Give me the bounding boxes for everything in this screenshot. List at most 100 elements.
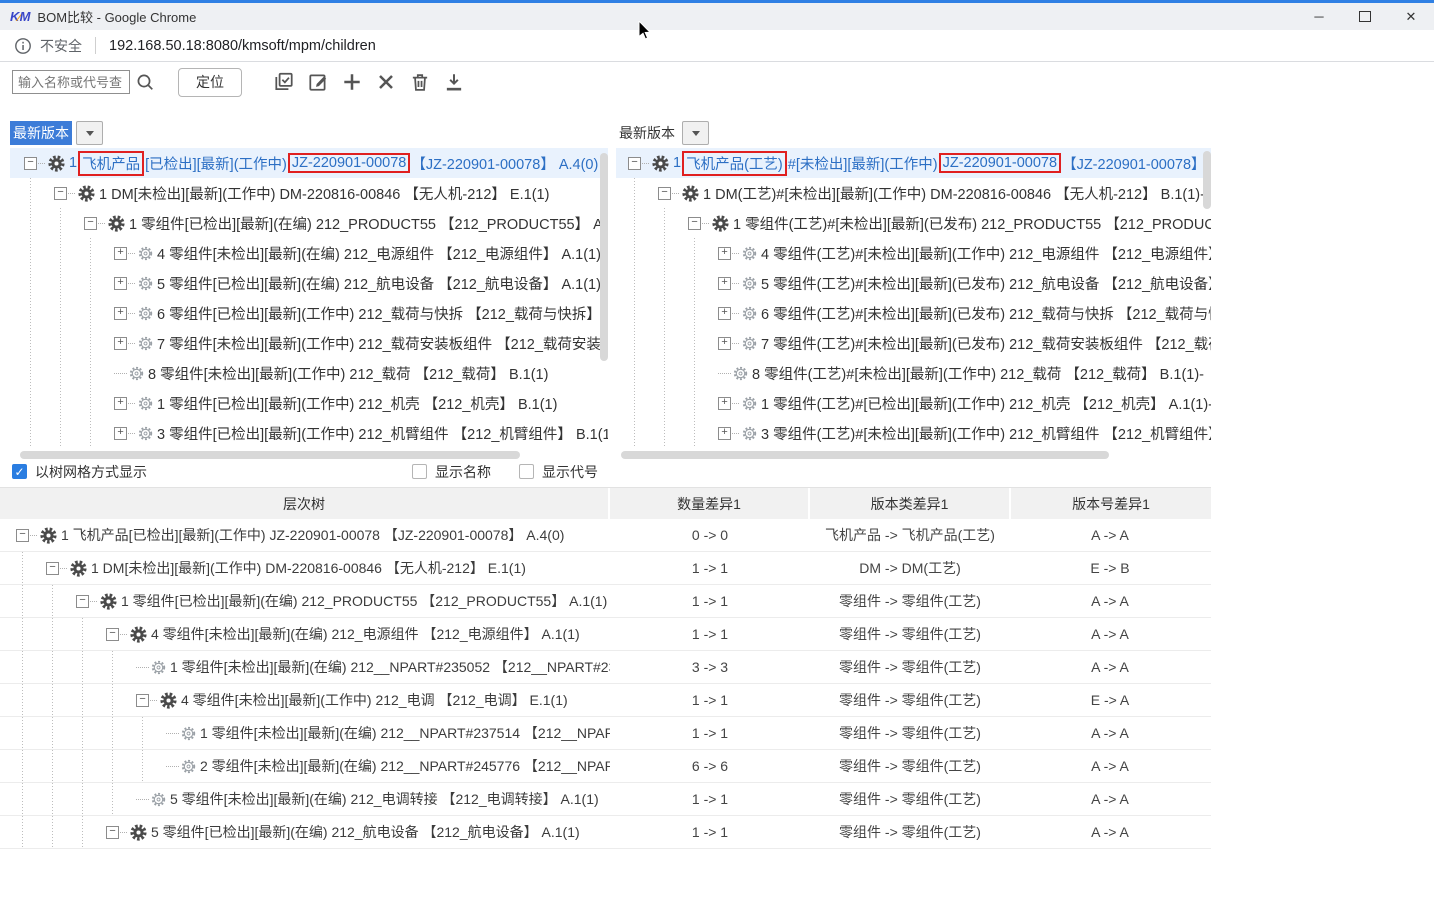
vertical-scrollbar-thumb[interactable] (1203, 151, 1211, 209)
type-diff-cell: 零组件 -> 零组件(工艺) (810, 591, 1010, 611)
gear-filled-icon (160, 692, 177, 709)
edit-pencil-icon (307, 71, 329, 93)
collapse-icon[interactable]: − (658, 187, 671, 200)
tree-row[interactable]: +5 零组件(工艺)#[未检出][最新](已发布) 212_航电设备 【212_… (616, 268, 1211, 298)
collapse-icon[interactable]: − (106, 826, 119, 839)
table-row[interactable]: −5 零组件[已检出][最新](在编) 212_航电设备 【212_航电设备】 … (0, 816, 1211, 849)
window-title-bar: K∕M BOM比较 - Google Chrome ─ ✕ (0, 0, 1434, 30)
tree-row[interactable]: +4 零组件(工艺)#[未检出][最新](工作中) 212_电源组件 【212_… (616, 238, 1211, 268)
tree-row[interactable]: −1 飞机产品[已检出][最新](工作中)JZ-220901-00078【JZ-… (10, 148, 608, 178)
copy-button[interactable] (272, 70, 296, 94)
export-button[interactable] (442, 70, 466, 94)
search-input[interactable] (12, 70, 130, 94)
show-name-checkbox[interactable] (412, 464, 427, 479)
collapse-icon[interactable]: − (54, 187, 67, 200)
expand-icon[interactable]: + (114, 397, 127, 410)
expand-icon[interactable]: + (114, 427, 127, 440)
expand-icon[interactable]: + (114, 337, 127, 350)
tree-cell: −1 飞机产品[已检出][最新](工作中) JZ-220901-00078 【J… (0, 519, 610, 551)
expand-icon[interactable]: + (718, 397, 731, 410)
tree-row-label: 7 零组件[未检出][最新](工作中) 212_载荷安装板组件 【212_载荷安… (157, 333, 608, 354)
version-diff-cell: E -> B (1010, 560, 1210, 576)
tree-guide-line (106, 750, 136, 782)
expand-icon[interactable]: + (718, 427, 731, 440)
tree-guide-line (106, 651, 136, 683)
tree-guide-line (106, 783, 136, 815)
expand-icon[interactable]: + (718, 277, 731, 290)
tree-row-label: 【JZ-220901-00078】 A.4(0) (411, 153, 598, 174)
edit-button[interactable] (306, 70, 330, 94)
collapse-icon[interactable]: − (24, 157, 37, 170)
show-code-checkbox[interactable] (519, 464, 534, 479)
minimize-button[interactable]: ─ (1296, 3, 1342, 30)
tree-row[interactable]: −1 零组件[已检出][最新](在编) 212_PRODUCT55 【212_P… (10, 208, 608, 238)
maximize-icon (1359, 11, 1371, 22)
dropdown-arrow-button[interactable] (682, 121, 709, 145)
expand-icon[interactable]: + (718, 337, 731, 350)
tree-row[interactable]: +7 零组件(工艺)#[未检出][最新](已发布) 212_载荷安装板组件 【2… (616, 328, 1211, 358)
table-row[interactable]: 1 零组件[未检出][最新](在编) 212__NPART#237514 【21… (0, 717, 1211, 750)
collapse-icon[interactable]: − (136, 694, 149, 707)
target-bom-tree: −1 飞机产品(工艺)#[未检出][最新](工作中)JZ-220901-0007… (616, 148, 1211, 451)
tree-grid-checkbox[interactable] (12, 464, 27, 479)
tree-row[interactable]: +5 零组件[已检出][最新](在编) 212_航电设备 【212_航电设备】 … (10, 268, 608, 298)
tree-row[interactable]: +6 零组件[已检出][最新](工作中) 212_载荷与快拆 【212_载荷与快… (10, 298, 608, 328)
tree-row[interactable]: +1 零组件[已检出][最新](工作中) 212_机壳 【212_机壳】 B.1… (10, 388, 608, 418)
tree-row[interactable]: +6 零组件(工艺)#[未检出][最新](已发布) 212_载荷与快拆 【212… (616, 298, 1211, 328)
table-row[interactable]: −4 零组件[未检出][最新](工作中) 212_电调 【212_电调】 E.1… (0, 684, 1211, 717)
table-row[interactable]: −4 零组件[未检出][最新](在编) 212_电源组件 【212_电源组件】 … (0, 618, 1211, 651)
tree-row[interactable]: 8 零组件[未检出][最新](工作中) 212_载荷 【212_载荷】 B.1(… (10, 358, 608, 388)
tree-row[interactable]: +4 零组件[未检出][最新](在编) 212_电源组件 【212_电源组件】 … (10, 238, 608, 268)
maximize-button[interactable] (1342, 3, 1388, 30)
delete-button[interactable] (408, 70, 432, 94)
table-row[interactable]: 2 零组件[未检出][最新](在编) 212__NPART#245776 【21… (0, 750, 1211, 783)
collapse-icon[interactable]: − (84, 217, 97, 230)
collapse-icon[interactable]: − (688, 217, 701, 230)
magnifier-icon[interactable] (135, 72, 155, 92)
table-row[interactable]: 1 零组件[未检出][最新](在编) 212__NPART#235052 【21… (0, 651, 1211, 684)
url-text[interactable]: 192.168.50.18:8080/kmsoft/mpm/children (109, 38, 376, 54)
collapse-icon[interactable]: − (106, 628, 119, 641)
table-row[interactable]: 5 零组件[未检出][最新](在编) 212_电调转接 【212_电调转接】 A… (0, 783, 1211, 816)
tree-row[interactable]: −1 零组件(工艺)#[未检出][最新](已发布) 212_PRODUCT55 … (616, 208, 1211, 238)
tree-row[interactable]: 8 零组件(工艺)#[未检出][最新](工作中) 212_载荷 【212_载荷】… (616, 358, 1211, 388)
version-value[interactable]: 最新版本 (616, 121, 678, 145)
collapse-icon[interactable]: − (76, 595, 89, 608)
tree-guide-line (46, 585, 76, 617)
table-row[interactable]: −1 飞机产品[已检出][最新](工作中) JZ-220901-00078 【J… (0, 519, 1211, 552)
tree-row[interactable]: −1 飞机产品(工艺)#[未检出][最新](工作中)JZ-220901-0007… (616, 148, 1211, 178)
tree-row[interactable]: −1 DM[未检出][最新](工作中) DM-220816-00846 【无人机… (10, 178, 608, 208)
tree-row[interactable]: +3 零组件[已检出][最新](工作中) 212_机臂组件 【212_机臂组件】… (10, 418, 608, 448)
expand-icon[interactable]: + (114, 307, 127, 320)
expand-icon[interactable]: + (718, 307, 731, 320)
tree-row[interactable]: +1 零组件(工艺)#[已检出][最新](工作中) 212_机壳 【212_机壳… (616, 388, 1211, 418)
expand-icon[interactable]: + (718, 247, 731, 260)
collapse-icon[interactable]: − (46, 562, 59, 575)
info-circle-icon[interactable] (14, 37, 32, 55)
version-value[interactable]: 最新版本 (10, 121, 72, 145)
tree-guide-line (688, 238, 718, 268)
remove-button[interactable] (374, 70, 398, 94)
locate-button[interactable]: 定位 (178, 68, 242, 97)
dropdown-arrow-button[interactable] (76, 121, 103, 145)
tree-guide-line (54, 358, 84, 388)
vertical-scrollbar-thumb[interactable] (600, 153, 608, 361)
table-row[interactable]: −1 DM[未检出][最新](工作中) DM-220816-00846 【无人机… (0, 552, 1211, 585)
collapse-icon[interactable]: − (16, 529, 29, 542)
add-button[interactable] (340, 70, 364, 94)
collapse-icon[interactable]: − (628, 157, 641, 170)
security-label[interactable]: 不安全 (40, 36, 82, 56)
expand-icon[interactable]: + (114, 247, 127, 260)
tree-row[interactable]: +7 零组件[未检出][最新](工作中) 212_载荷安装板组件 【212_载荷… (10, 328, 608, 358)
table-row[interactable]: −1 零组件[已检出][最新](在编) 212_PRODUCT55 【212_P… (0, 585, 1211, 618)
chevron-down-icon (692, 131, 700, 136)
branch-connector (702, 223, 709, 224)
tree-row[interactable]: −1 DM(工艺)#[未检出][最新](工作中) DM-220816-00846… (616, 178, 1211, 208)
tree-cell: −4 零组件[未检出][最新](在编) 212_电源组件 【212_电源组件】 … (0, 618, 610, 650)
expand-icon[interactable]: + (114, 277, 127, 290)
grid-header: 层次树 数量差异1 版本类差异1 版本号差异1 (0, 488, 1211, 519)
tree-guide-line (24, 328, 54, 358)
tree-row[interactable]: +3 零组件(工艺)#[未检出][最新](工作中) 212_机臂组件 【212_… (616, 418, 1211, 448)
close-button[interactable]: ✕ (1388, 3, 1434, 30)
tree-guide-line (54, 388, 84, 418)
